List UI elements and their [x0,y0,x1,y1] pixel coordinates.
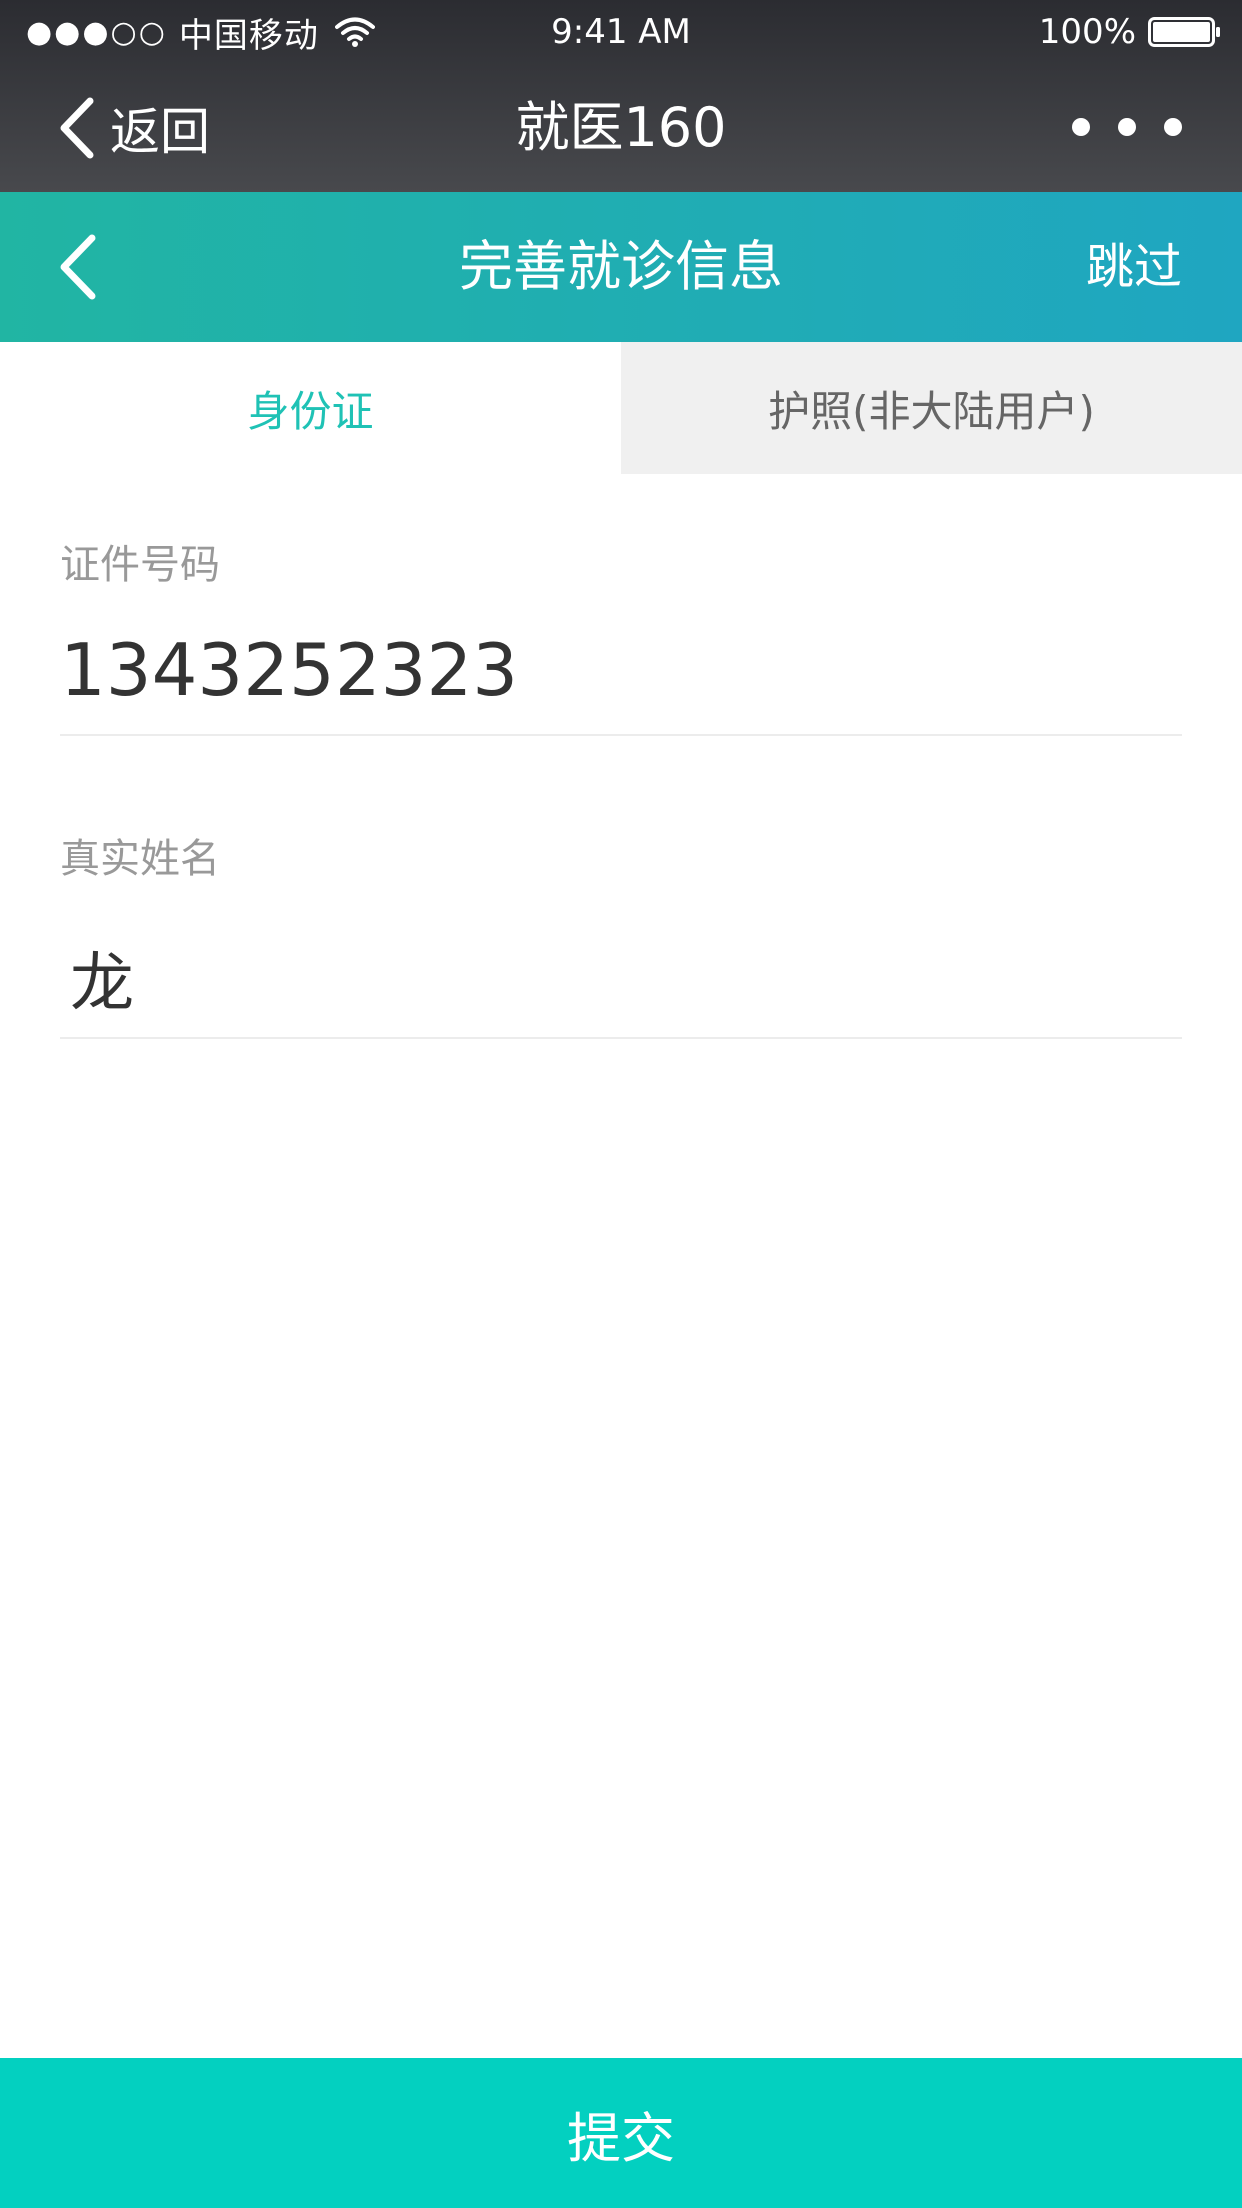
tab-id-card[interactable]: 身份证 [0,342,621,474]
chevron-left-icon [60,97,94,159]
status-bar: ●●●○○ 中国移动 9:41 AM 100% [0,0,1242,64]
more-dot [1072,118,1090,136]
top-bar: ●●●○○ 中国移动 9:41 AM 100% 返回 就医160 [0,0,1242,192]
page-header: 完善就诊信息 跳过 [0,192,1242,342]
battery-percent: 100% [1038,12,1136,52]
real-name-label: 真实姓名 [60,836,220,882]
real-name-input[interactable] [70,930,1182,1026]
page: ●●●○○ 中国移动 9:41 AM 100% 返回 就医160 完善就诊信息 … [0,0,1242,2208]
submit-button[interactable]: 提交 [0,2058,1242,2208]
page-title: 完善就诊信息 [459,235,783,298]
status-right: 100% [1039,10,1222,54]
id-number-divider [60,734,1182,736]
wechat-nav-bar: 返回 就医160 [0,64,1242,192]
wechat-back-button[interactable]: 返回 [56,92,210,164]
more-icon[interactable] [1072,112,1182,142]
back-chevron-icon[interactable] [56,232,100,302]
id-number-label: 证件号码 [60,542,220,588]
id-type-tabs: 身份证 护照(非大陆用户) [0,342,1242,474]
more-dot [1164,118,1182,136]
id-number-input[interactable] [60,622,1182,718]
battery-icon [1148,17,1220,47]
tab-passport[interactable]: 护照(非大陆用户) [621,342,1242,474]
more-dot [1118,118,1136,136]
wechat-back-label: 返回 [110,103,210,161]
real-name-divider [60,1037,1182,1039]
skip-button[interactable]: 跳过 [1086,232,1182,302]
wechat-title: 就医160 [515,96,727,159]
